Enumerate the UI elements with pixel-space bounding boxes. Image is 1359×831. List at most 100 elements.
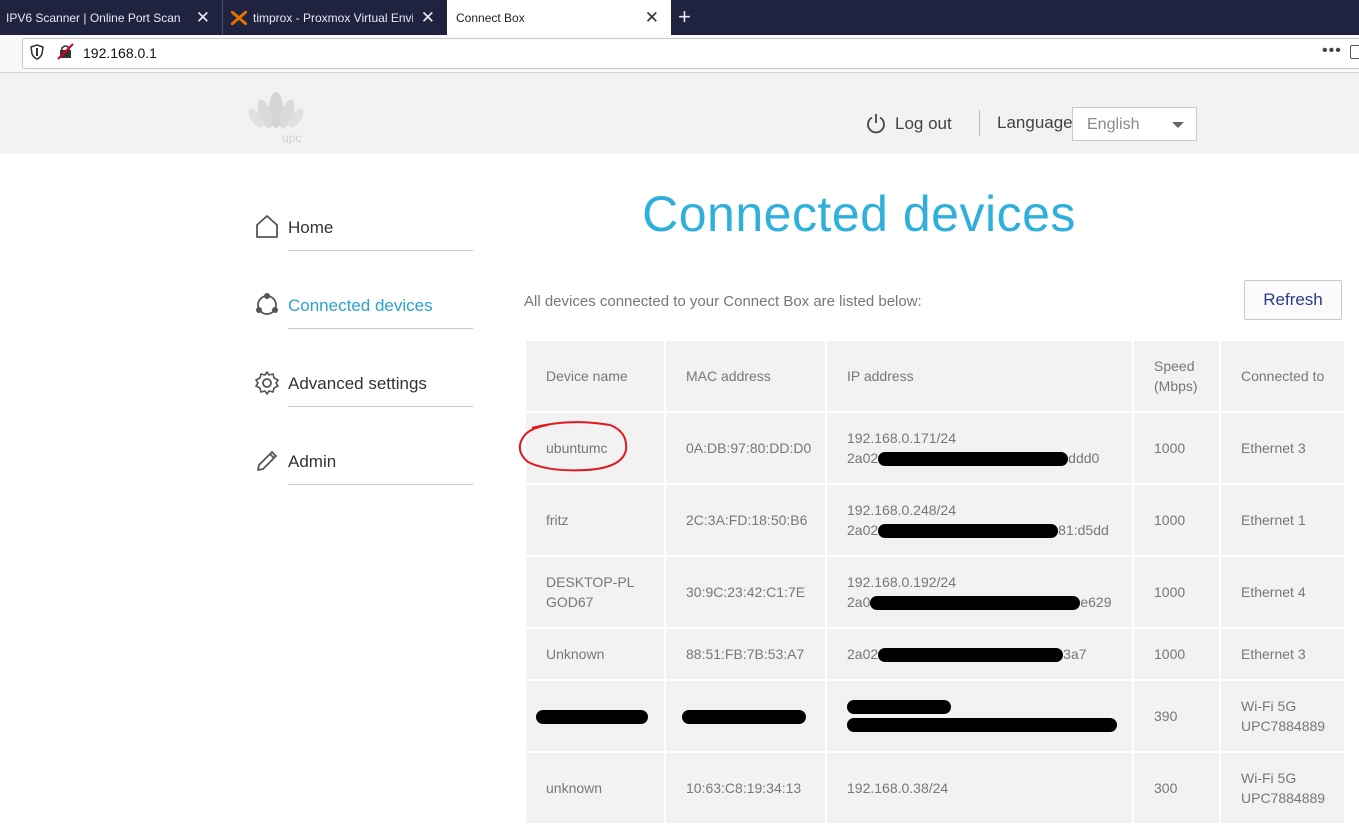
ipv6-text: 2a02 ddd0 <box>847 448 1132 468</box>
tab-proxmox[interactable]: timprox - Proxmox Virtual Environment ✕ <box>222 0 447 35</box>
speed-cell: 1000 <box>1132 555 1221 629</box>
refresh-button[interactable]: Refresh <box>1244 280 1342 320</box>
sidebar-divider <box>288 484 473 485</box>
sidebar-divider <box>288 250 473 251</box>
pencil-icon <box>257 451 277 471</box>
table-row: 390 Wi-Fi 5G UPC7884889 <box>524 679 1346 753</box>
connected-to-cell: Ethernet 3 <box>1219 627 1346 681</box>
table-header-row: Device name MAC address IP address Speed… <box>524 339 1346 413</box>
table-row: fritz 2C:3A:FD:18:50:B6 192.168.0.248/24… <box>524 483 1346 557</box>
language-select[interactable]: English <box>1072 107 1197 141</box>
logout-button[interactable]: Log out <box>866 113 952 134</box>
table-row: ubuntumc 0A:DB:97:80:DD:D0 192.168.0.171… <box>524 411 1346 485</box>
table-row: unknown 10:63:C8:19:34:13 192.168.0.38/2… <box>524 751 1346 825</box>
redaction-mark <box>878 524 1059 539</box>
tab-connect-box[interactable]: Connect Box ✕ <box>447 0 671 35</box>
device-name-cell: DESKTOP-PLGOD67 <box>524 555 666 629</box>
ipv6-start: 2a02 <box>847 522 879 538</box>
devices-icon <box>256 293 278 315</box>
sidebar-item-label: Admin <box>288 452 337 471</box>
ipv6-text: 2a02 81:d5dd <box>847 520 1132 540</box>
device-name-cell <box>524 679 666 753</box>
close-tab-icon[interactable]: ✕ <box>196 8 210 28</box>
browser-tab-bar: IPV6 Scanner | Online Port Scan ✕ timpro… <box>0 0 1359 35</box>
ip-cell: 192.168.0.248/24 2a02 81:d5dd <box>825 483 1134 557</box>
connected-to-cell: Wi-Fi 5G UPC7884889 <box>1219 751 1346 825</box>
ip-cell: 2a02 3a7 <box>825 627 1134 681</box>
column-header: Device name <box>524 339 666 413</box>
ipv6-end: ddd0 <box>1068 450 1100 466</box>
ipv4-text: 192.168.0.171/24 <box>847 430 956 446</box>
insecure-lock-icon[interactable] <box>57 43 74 60</box>
sidebar-divider <box>288 406 473 407</box>
devices-table: Device name MAC address IP address Speed… <box>524 339 1346 825</box>
sidebar-item-label: Advanced settings <box>288 374 427 393</box>
connected-to-cell: Ethernet 1 <box>1219 483 1346 557</box>
chevron-down-icon <box>1172 122 1184 128</box>
table-row: Unknown 88:51:FB:7B:53:A7 2a02 3a7 1000 E… <box>524 627 1346 681</box>
browser-navbar <box>0 35 1359 73</box>
redaction-mark <box>847 700 951 714</box>
sidebar-item-admin[interactable]: Admin <box>254 448 474 488</box>
redaction-mark <box>682 710 806 725</box>
language-value: English <box>1087 116 1140 133</box>
ipv4-text: 192.168.0.248/24 <box>847 502 956 518</box>
column-header: Connected to <box>1219 339 1346 413</box>
speed-cell: 1000 <box>1132 483 1221 557</box>
sidebar-item-advanced-settings[interactable]: Advanced settings <box>254 370 474 410</box>
column-header: Speed (Mbps) <box>1132 339 1221 413</box>
power-icon <box>867 114 885 134</box>
logo-text: upc <box>282 131 301 145</box>
ipv6-end: 81:d5dd <box>1058 522 1109 538</box>
mac-cell: 10:63:C8:19:34:13 <box>664 751 827 825</box>
tab-title: IPV6 Scanner | Online Port Scan <box>6 10 181 25</box>
ip-cell: 192.168.0.171/24 2a02 ddd0 <box>825 411 1134 485</box>
close-tab-icon[interactable]: ✕ <box>645 8 659 28</box>
device-name-cell: unknown <box>524 751 666 825</box>
mac-cell: 0A:DB:97:80:DD:D0 <box>664 411 827 485</box>
redaction-mark <box>536 710 648 725</box>
redaction-mark <box>878 452 1069 467</box>
url-text[interactable]: 192.168.0.1 <box>83 45 157 61</box>
header-divider <box>979 110 980 136</box>
ip-cell <box>825 679 1134 753</box>
ipv6-start: 2a0 <box>847 594 871 610</box>
connected-to-cell: Ethernet 3 <box>1219 411 1346 485</box>
tracking-shield-icon[interactable] <box>30 44 44 60</box>
speed-cell: 1000 <box>1132 411 1221 485</box>
gear-icon <box>255 371 279 395</box>
table-row: DESKTOP-PLGOD67 30:9C:23:42:C1:7E 192.16… <box>524 555 1346 629</box>
ipv6-start: 2a02 <box>847 646 879 662</box>
tab-title: Connect Box <box>456 10 525 25</box>
page-actions-menu-icon[interactable]: ••• <box>1322 42 1342 60</box>
connected-to-cell: Wi-Fi 5G UPC7884889 <box>1219 679 1346 753</box>
new-tab-button[interactable]: + <box>678 4 691 30</box>
sidebar-item-label: Connected devices <box>288 296 433 315</box>
ipv6-text: 2a02 3a7 <box>847 644 1132 664</box>
speed-cell: 390 <box>1132 679 1221 753</box>
logout-label: Log out <box>895 113 952 133</box>
device-name-cell: fritz <box>524 483 666 557</box>
close-tab-icon[interactable]: ✕ <box>421 8 435 28</box>
ipv6-text: 2a0 e629 <box>847 592 1132 612</box>
mac-cell: 30:9C:23:42:C1:7E <box>664 555 827 629</box>
device-name-cell: Unknown <box>524 627 666 681</box>
sidebar-divider <box>288 328 473 329</box>
redaction-mark <box>878 648 1064 663</box>
speed-cell: 1000 <box>1132 627 1221 681</box>
column-header: MAC address <box>664 339 827 413</box>
pocket-icon[interactable] <box>1350 45 1359 59</box>
mac-cell: 88:51:FB:7B:53:A7 <box>664 627 827 681</box>
connected-to-cell: Ethernet 4 <box>1219 555 1346 629</box>
tab-ipv6-scanner[interactable]: IPV6 Scanner | Online Port Scan ✕ <box>0 0 222 35</box>
tab-title: timprox - Proxmox Virtual Environment <box>253 10 413 25</box>
ipv6-start: 2a02 <box>847 450 879 466</box>
redaction-mark <box>847 718 1117 732</box>
mac-cell <box>664 679 827 753</box>
upc-logo: upc <box>248 92 304 145</box>
sidebar-item-connected-devices[interactable]: Connected devices <box>254 292 474 332</box>
address-bar[interactable] <box>22 38 1359 69</box>
intro-text: All devices connected to your Connect Bo… <box>524 293 922 310</box>
mac-cell: 2C:3A:FD:18:50:B6 <box>664 483 827 557</box>
sidebar-item-home[interactable]: Home <box>254 214 474 254</box>
